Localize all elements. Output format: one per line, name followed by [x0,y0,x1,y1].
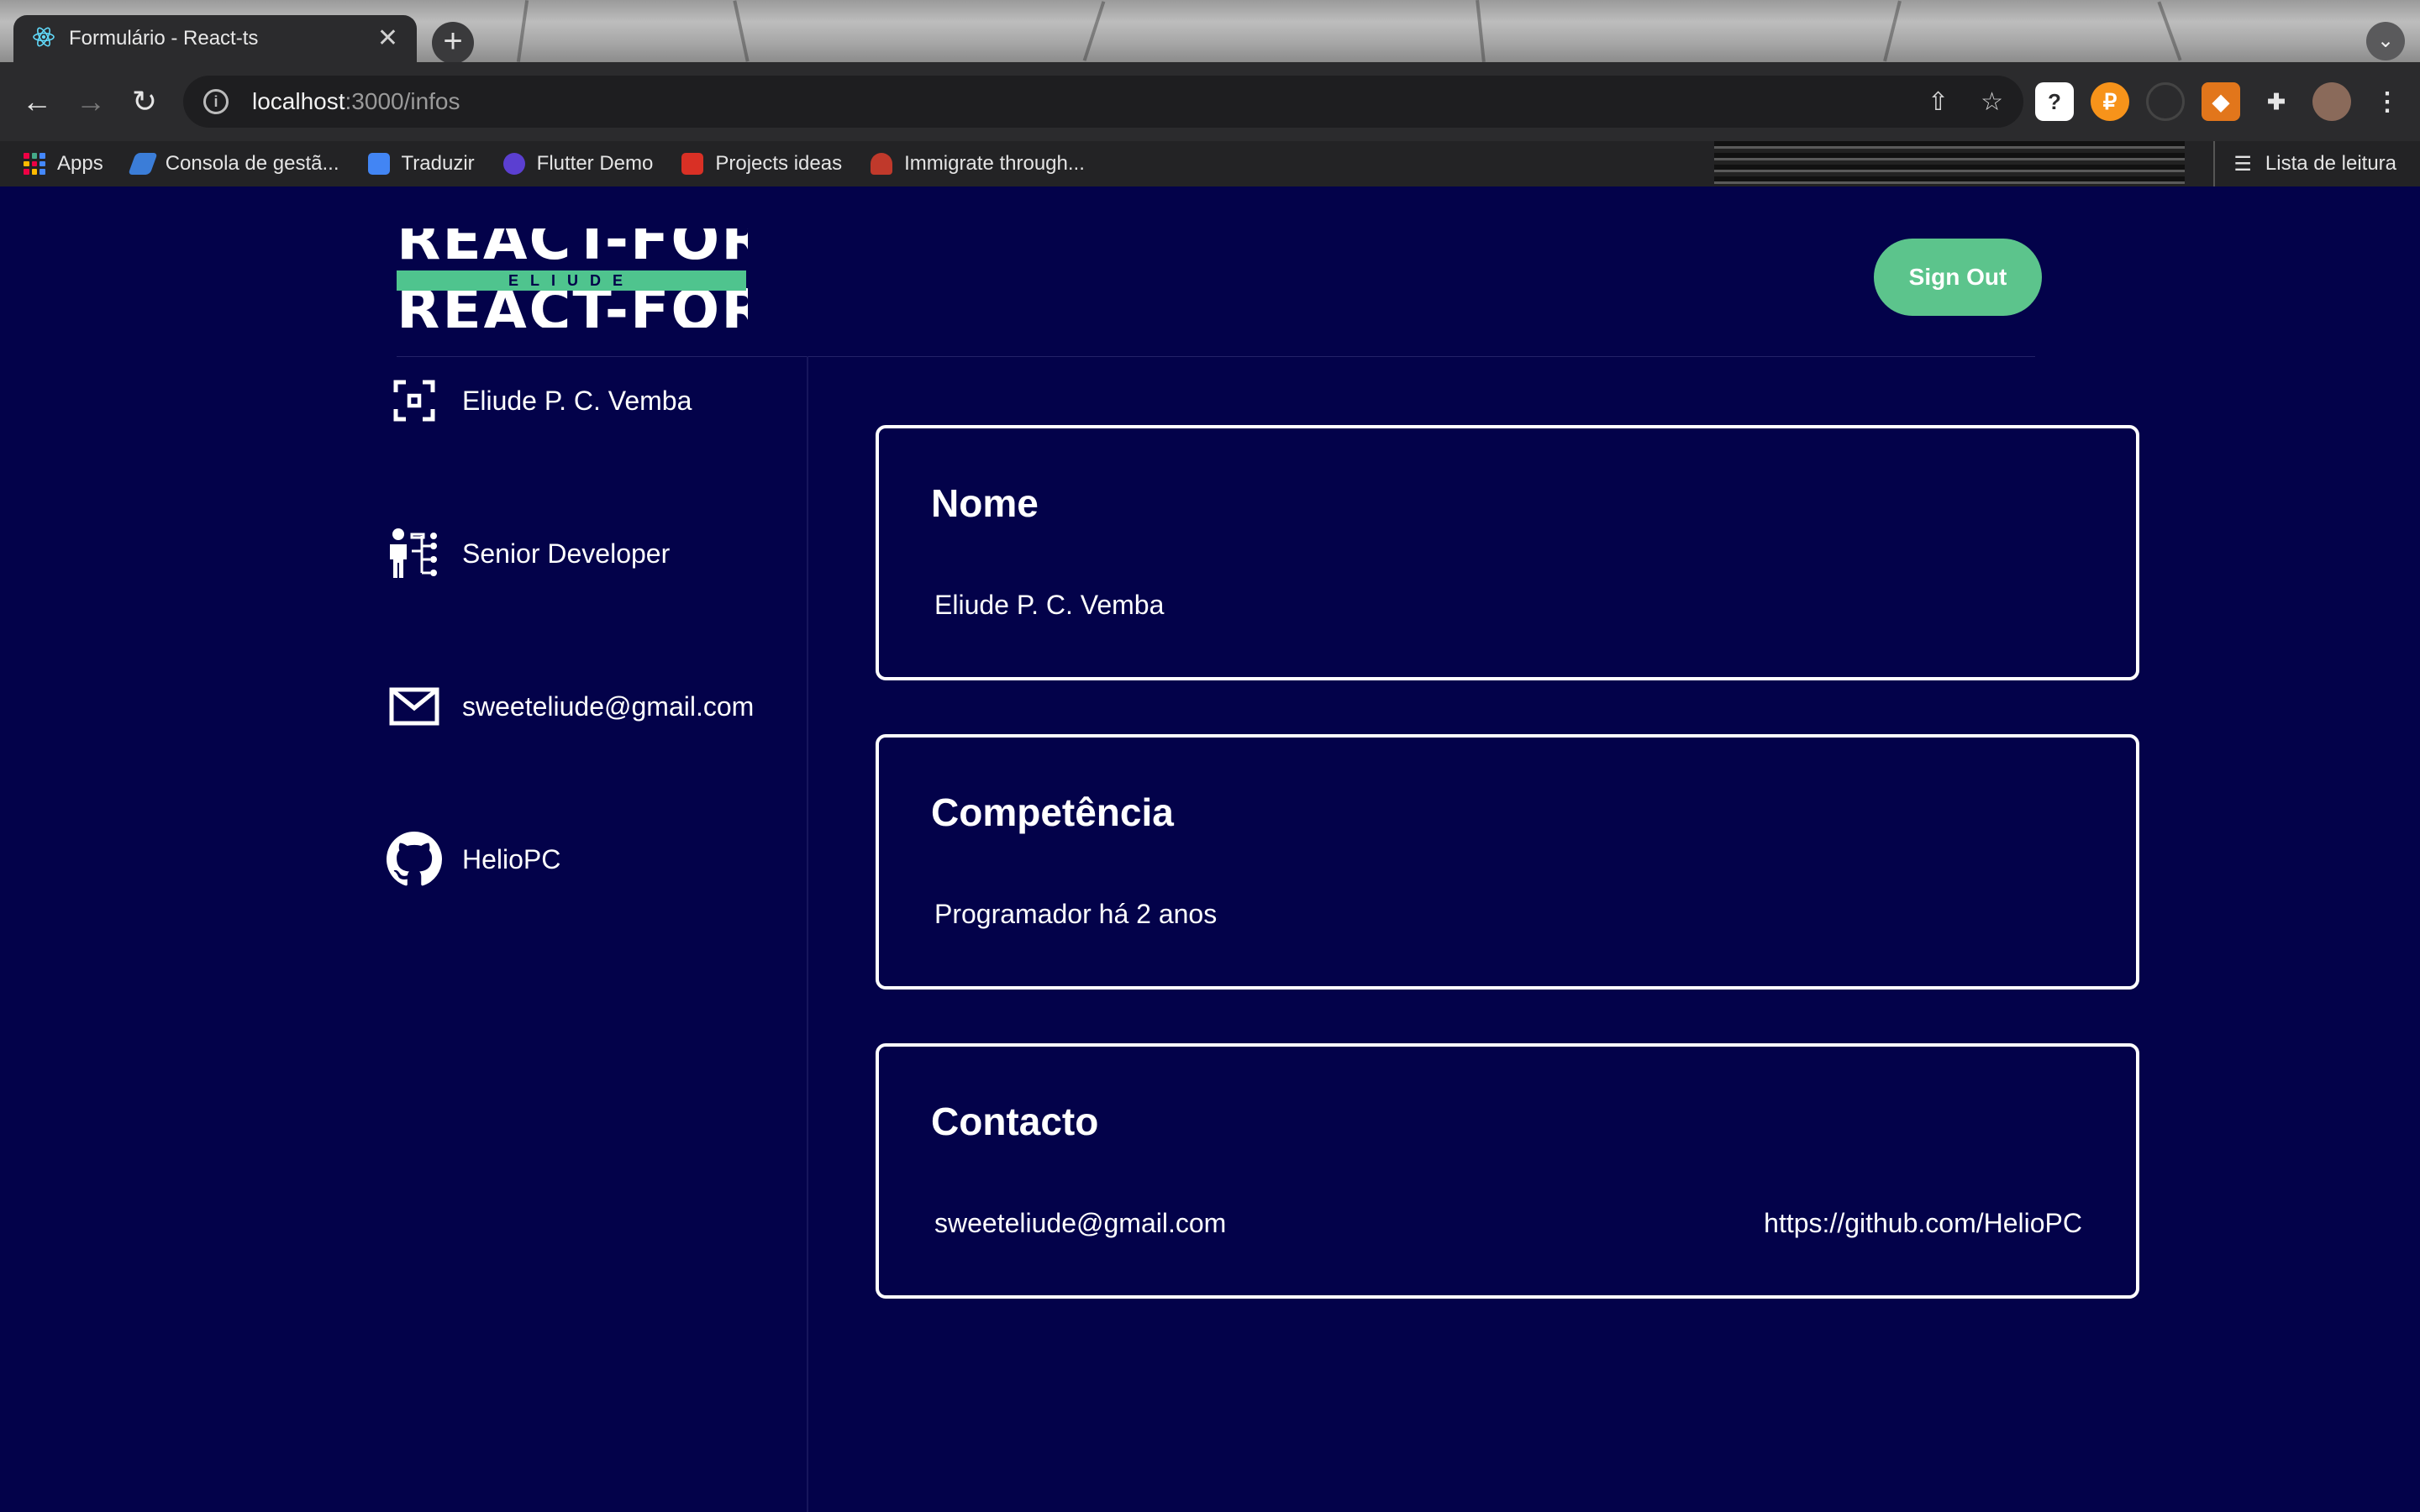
card-nome: Nome Eliude P. C. Vemba [876,425,2139,680]
tab-close-icon[interactable]: ✕ [377,26,398,51]
github-icon [387,832,442,887]
bookmark-projects[interactable]: Projects ideas [681,152,842,176]
address-bar[interactable]: i localhost :3000/infos ⇧ ☆ [183,76,2023,128]
browser-tab[interactable]: Formulário - React-ts ✕ [13,15,417,62]
sidebar-divider [807,356,808,1512]
reload-icon[interactable]: ↻ [118,84,171,119]
logo-tag: ELIUDE [397,270,746,291]
app-logo: REACT-FORM REACT-FORM ELIUDE [397,228,748,328]
org-chart-person-icon [387,526,442,581]
coin-extension-icon[interactable]: ₽ [2091,82,2129,121]
sidebar-item-label: Eliude P. C. Vemba [462,385,692,416]
card-competencia: Competência Programador há 2 anos [876,734,2139,990]
focus-frame-icon [387,373,442,428]
sidebar-item-email: sweeteliude@gmail.com [387,679,754,734]
card-title: Nome [931,481,1039,525]
share-icon[interactable]: ⇧ [1928,87,1949,117]
bookmark-immigrate[interactable]: Immigrate through... [871,152,1085,176]
ring-extension-icon[interactable] [2146,82,2185,121]
reading-list-button[interactable]: ☰ Lista de leitura [2213,141,2396,186]
bookmark-translate[interactable]: Traduzir [367,152,475,176]
reading-list-icon: ☰ [2233,152,2252,176]
bookmark-console[interactable]: Consola de gestã... [127,152,339,176]
help-extension-icon[interactable]: ? [2035,82,2074,121]
sidebar-item-role: Senior Developer [387,526,670,581]
sidebar-item-label: sweeteliude@gmail.com [462,690,755,722]
new-tab-button[interactable]: + [432,22,474,62]
contact-email: sweeteliude@gmail.com [934,1208,1227,1238]
card-value: Programador há 2 anos [934,899,1218,929]
sign-out-button[interactable]: Sign Out [1874,239,2042,316]
site-info-icon[interactable]: i [203,89,229,114]
bookmark-label: Projects ideas [715,152,843,175]
maple-leaf-icon [871,153,893,175]
tab-title: Formulário - React-ts [69,27,259,50]
card-title: Competência [931,790,1174,834]
flutter-icon [502,153,525,175]
card-contacto: Contacto sweeteliude@gmail.com https://g… [876,1043,2139,1299]
reading-list-label: Lista de leitura [2265,152,2396,175]
sidebar-item-name: Eliude P. C. Vemba [387,373,692,428]
apps-grid-icon [24,153,45,175]
bookmark-label: Traduzir [401,152,475,175]
console-icon [127,153,158,175]
bookmark-label: Immigrate through... [904,152,1085,175]
tab-strip: Formulário - React-ts ✕ + ⌄ [0,0,2420,62]
bookmark-icon [681,153,704,175]
url-host: localhost [252,88,345,114]
bookmark-flutter[interactable]: Flutter Demo [502,152,654,176]
card-value: Eliude P. C. Vemba [934,590,1165,620]
contact-github-link[interactable]: https://github.com/HelioPC [1764,1208,2082,1239]
tab-search-icon[interactable]: ⌄ [2366,22,2405,60]
mail-icon [387,679,442,734]
forward-arrow-icon[interactable]: → [64,84,118,119]
metamask-fox-icon[interactable]: ◆ [2202,82,2240,121]
bookmark-label: Apps [57,152,103,175]
bookmark-label: Consola de gestã... [165,152,339,175]
header-divider [397,356,2035,357]
sidebar-item-github: HelioPC [387,832,560,887]
extensions-puzzle-icon[interactable]: ✚ [2257,82,2296,121]
bookmark-label: Flutter Demo [536,152,654,175]
page-content: REACT-FORM REACT-FORM ELIUDE Sign Out El… [0,186,2420,1512]
profile-avatar[interactable] [2312,82,2351,121]
sidebar-item-label: Senior Developer [462,538,671,569]
react-favicon-icon [32,25,55,53]
bookmarks-bar: Apps Consola de gestã... Traduzir Flutte… [0,141,2420,186]
browser-toolbar: ← → ↻ i localhost :3000/infos ⇧ ☆ ? ₽ ◆ … [0,62,2420,141]
bookmark-apps[interactable]: Apps [24,152,103,176]
logo-word-top: REACT-FORM [397,228,748,273]
translate-icon [367,153,390,175]
sidebar-item-label: HelioPC [462,843,561,874]
back-arrow-icon[interactable]: ← [10,84,64,119]
bookmark-star-icon[interactable]: ☆ [1981,87,2003,117]
menu-kebab-icon[interactable]: ⋮ [2368,82,2407,121]
card-title: Contacto [931,1100,1099,1143]
url-path: :3000/infos [345,88,460,114]
